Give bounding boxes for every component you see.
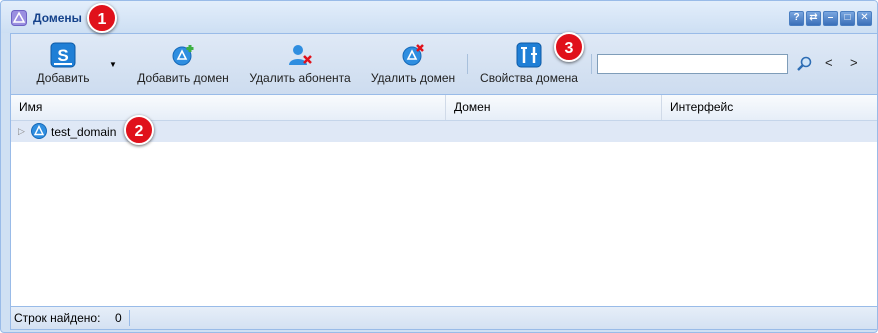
svg-text:S: S bbox=[57, 46, 68, 65]
next-page-button[interactable]: > bbox=[850, 55, 858, 70]
delete-user-icon bbox=[289, 45, 312, 65]
tools-icon bbox=[516, 42, 542, 68]
toolbar-separator bbox=[467, 54, 468, 74]
domain-name-cell: test_domain bbox=[51, 125, 117, 139]
search-icon[interactable] bbox=[796, 56, 812, 72]
expand-arrow-icon[interactable]: ▷ bbox=[18, 126, 25, 137]
column-header-interface[interactable]: Интерфейс bbox=[662, 95, 877, 120]
rows-found-label: Строк найдено: bbox=[14, 311, 101, 325]
window-tools: ? ⇄ – □ ✕ bbox=[789, 11, 872, 26]
delete-domain-label: Удалить домен bbox=[370, 71, 456, 85]
add-icon: S bbox=[50, 42, 76, 68]
maximize-icon[interactable]: □ bbox=[840, 11, 855, 26]
toolbar-separator bbox=[591, 54, 592, 74]
help-icon[interactable]: ? bbox=[789, 11, 804, 26]
add-domain-icon bbox=[172, 45, 194, 66]
domain-icon bbox=[31, 123, 47, 139]
domains-window: Домены ? ⇄ – □ ✕ S Добавить ▼ Добавить д… bbox=[0, 0, 878, 333]
delete-subscriber-label: Удалить абонента bbox=[249, 71, 351, 85]
search-input[interactable] bbox=[597, 54, 788, 74]
add-label: Добавить bbox=[36, 71, 90, 85]
status-bar: Строк найдено: 0 bbox=[11, 306, 877, 329]
close-icon[interactable]: ✕ bbox=[857, 11, 872, 26]
delete-domain-icon bbox=[402, 44, 424, 66]
callout-badge: 2 bbox=[124, 115, 154, 145]
column-header-name[interactable]: Имя bbox=[11, 95, 446, 120]
prev-page-button[interactable]: < bbox=[825, 55, 833, 70]
status-separator bbox=[129, 310, 130, 326]
minimize-icon[interactable]: – bbox=[823, 11, 838, 26]
add-domain-button[interactable]: Добавить домен bbox=[133, 38, 233, 90]
rows-found-count: 0 bbox=[115, 311, 122, 325]
delete-domain-button[interactable]: Удалить домен bbox=[367, 38, 459, 90]
add-domain-label: Добавить домен bbox=[137, 71, 229, 85]
add-dropdown-button[interactable]: ▼ bbox=[107, 38, 119, 90]
chevron-down-icon: ▼ bbox=[109, 60, 117, 69]
domain-app-icon bbox=[11, 10, 27, 26]
domain-properties-label: Свойства домена bbox=[480, 71, 578, 85]
add-button[interactable]: S Добавить bbox=[25, 38, 101, 90]
refresh-icon[interactable]: ⇄ bbox=[806, 11, 821, 26]
callout-badge: 1 bbox=[87, 3, 117, 33]
title-bar: Домены ? ⇄ – □ ✕ bbox=[1, 1, 877, 33]
toolbar: S Добавить ▼ Добавить домен Удалить абон… bbox=[11, 34, 877, 95]
delete-subscriber-button[interactable]: Удалить абонента bbox=[245, 38, 355, 90]
callout-badge: 3 bbox=[554, 32, 584, 62]
column-header-domain[interactable]: Домен bbox=[446, 95, 662, 120]
domains-panel: S Добавить ▼ Добавить домен Удалить абон… bbox=[10, 33, 877, 330]
window-title: Домены bbox=[33, 11, 82, 25]
